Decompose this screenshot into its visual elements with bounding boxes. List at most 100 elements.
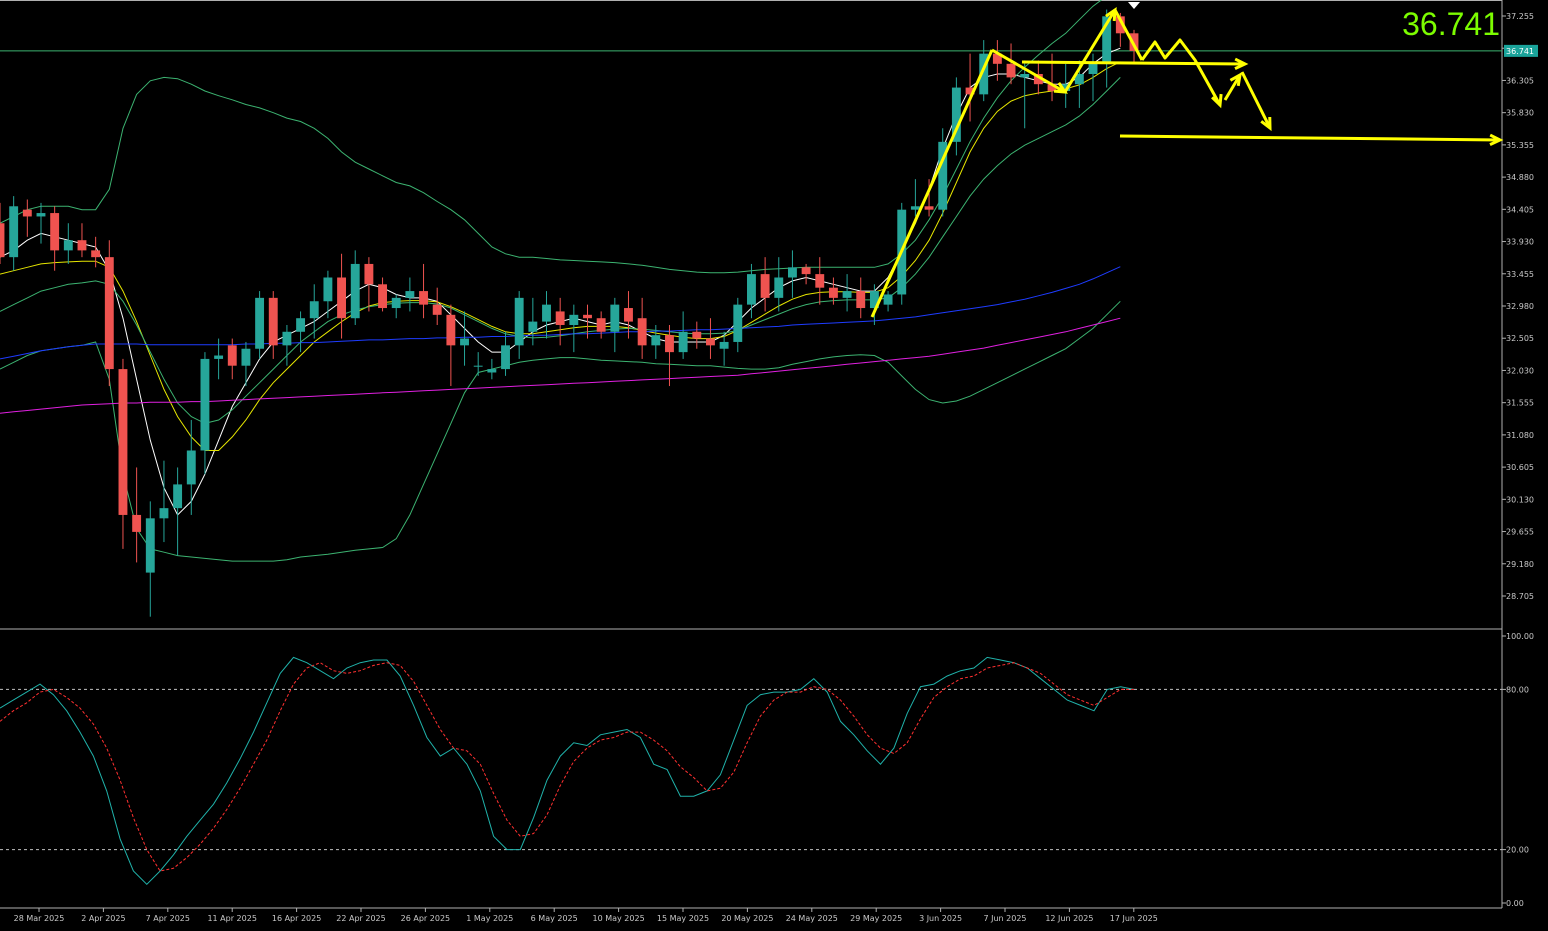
candle-body	[678, 331, 688, 353]
stochastic-signal-line	[0, 662, 1134, 872]
candle-body	[815, 274, 825, 288]
price-tick-label: 36.305	[1506, 76, 1534, 85]
date-label: 10 May 2025	[593, 914, 645, 923]
candle-body	[50, 213, 60, 251]
candle-body	[132, 514, 142, 532]
candle-body	[842, 291, 852, 298]
candle-body	[364, 263, 374, 285]
price-tick-label: 32.030	[1506, 366, 1534, 375]
osc-tick-label: 20.00	[1506, 846, 1529, 855]
candle-body	[9, 206, 19, 258]
price-tick-label: 35.355	[1506, 141, 1534, 150]
price-tick-label: 33.930	[1506, 238, 1534, 247]
osc-tick-label: 100.00	[1506, 632, 1534, 641]
candle-body	[227, 345, 237, 366]
annotation-target-line	[1119, 134, 1501, 142]
candle-body	[692, 331, 702, 339]
candle-body	[309, 301, 319, 319]
candle-body	[706, 338, 715, 346]
candle-body	[528, 321, 538, 332]
candle-body	[555, 311, 565, 325]
candle-body	[1006, 63, 1016, 78]
candle-body	[186, 450, 196, 485]
date-label: 20 May 2025	[721, 914, 773, 923]
candle-body	[460, 338, 469, 346]
candle-body	[719, 341, 729, 349]
price-tick-label: 28.705	[1506, 592, 1534, 601]
candle-body	[268, 297, 278, 346]
date-label: 3 Jun 2025	[919, 914, 962, 923]
candle-body	[173, 484, 183, 509]
candle-body	[514, 297, 524, 346]
date-label: 24 May 2025	[786, 914, 838, 923]
date-label: 29 May 2025	[850, 914, 902, 923]
candle-body	[473, 365, 483, 367]
date-label: 6 May 2025	[531, 914, 578, 923]
candle-body	[610, 304, 620, 332]
price-chart[interactable]: 37.25536.78036.30535.83035.35534.88034.4…	[0, 0, 1548, 927]
candle-body	[856, 291, 866, 309]
price-tick-label: 30.605	[1506, 463, 1534, 472]
annotation-impulse-up	[870, 49, 994, 318]
candle-body	[350, 263, 360, 319]
candle-body	[446, 314, 456, 346]
candle-body	[159, 508, 169, 519]
date-label: 7 Apr 2025	[146, 914, 190, 923]
candle-body	[774, 277, 784, 298]
date-label: 17 Jun 2025	[1110, 914, 1158, 923]
date-label: 22 Apr 2025	[336, 914, 385, 923]
top-marker-triangle	[1128, 2, 1140, 9]
candle-body	[378, 284, 387, 309]
price-tick-label: 30.130	[1506, 495, 1534, 504]
candle-body	[391, 297, 401, 309]
date-label: 26 Apr 2025	[401, 914, 450, 923]
candle-body	[487, 369, 497, 373]
annotation-pullback	[991, 48, 1066, 94]
price-tick-label: 29.180	[1506, 560, 1534, 569]
date-label: 16 Apr 2025	[272, 914, 321, 923]
price-tick-label: 32.980	[1506, 302, 1534, 311]
annotation-zigzag	[1140, 38, 1222, 106]
chart-root: 37.25536.78036.30535.83035.35534.88034.4…	[0, 0, 1548, 927]
candle-body	[405, 291, 415, 298]
candle-body	[665, 335, 674, 353]
candle-body	[63, 240, 73, 251]
price-tick-label: 34.405	[1506, 205, 1534, 214]
candle-body	[296, 318, 306, 332]
date-label: 7 Jun 2025	[983, 914, 1026, 923]
candle-body	[883, 294, 893, 305]
candle-body	[733, 304, 743, 342]
candle-body	[200, 358, 210, 451]
candle-body	[91, 250, 101, 258]
osc-tick-label: 80.00	[1506, 685, 1529, 694]
price-tick-label: 29.655	[1506, 528, 1534, 537]
candle-body	[760, 274, 770, 298]
current-price-label: 36.741	[1402, 6, 1500, 42]
stochastic-main-line	[0, 656, 1135, 886]
candle-body	[0, 223, 5, 258]
price-tick-label: 37.255	[1506, 12, 1534, 21]
annotation-resistance-line	[1021, 60, 1246, 66]
price-tick-label: 33.455	[1506, 270, 1534, 279]
candle-body	[801, 267, 811, 275]
price-tick-label: 34.880	[1506, 173, 1534, 182]
price-tick-label: 35.830	[1506, 109, 1534, 118]
price-badge-label: 36.741	[1506, 47, 1534, 56]
candle-body	[1088, 63, 1098, 74]
price-tick-label: 31.555	[1506, 399, 1534, 408]
price-tick-label: 32.505	[1506, 334, 1534, 343]
candle-body	[501, 345, 510, 370]
candle-body	[910, 206, 920, 210]
candle-body	[637, 318, 647, 346]
candle-body	[828, 287, 838, 298]
date-label: 28 Mar 2025	[14, 914, 65, 923]
candle-body	[214, 355, 224, 359]
candle-body	[624, 308, 633, 322]
candle-body	[36, 213, 46, 217]
candle-body	[104, 257, 114, 370]
date-label: 2 Apr 2025	[81, 914, 125, 923]
candle-body	[241, 348, 251, 366]
date-label: 1 May 2025	[466, 914, 513, 923]
date-label: 12 Jun 2025	[1045, 914, 1093, 923]
date-label: 11 Apr 2025	[207, 914, 256, 923]
